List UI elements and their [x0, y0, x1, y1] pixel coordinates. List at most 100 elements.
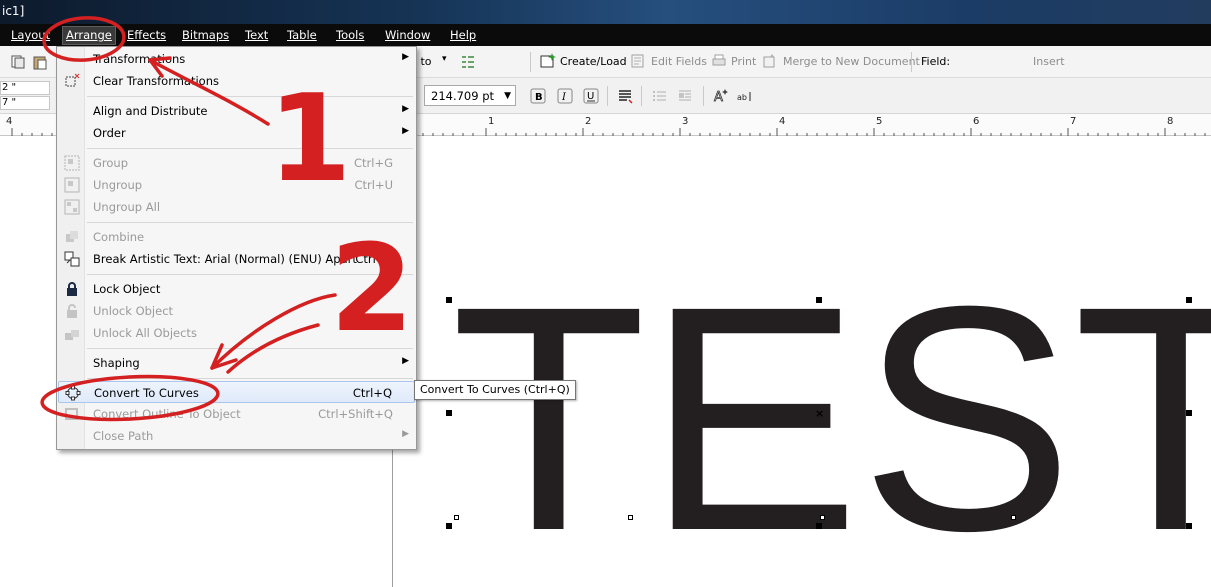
menu-layout[interactable]: Layout: [8, 27, 53, 44]
edit-fields-button[interactable]: Edit Fields: [651, 55, 707, 68]
menu-bar: Layout Arrange Effects Bitmaps Text Tabl…: [0, 24, 1211, 46]
toolbar-separator: [703, 86, 704, 106]
print-button[interactable]: Print: [731, 55, 756, 68]
merge-icon[interactable]: [763, 53, 779, 69]
menu-separator: [87, 148, 413, 149]
copy-icon[interactable]: [10, 54, 26, 70]
menu-item-ungroup[interactable]: Ungroup Ctrl+U: [58, 174, 415, 196]
menu-item-label: Lock Object: [93, 282, 161, 296]
rotation-center-icon[interactable]: ×: [815, 407, 824, 420]
menu-item-lock-object[interactable]: Lock Object: [58, 278, 415, 300]
snap-dropdown-arrow-icon[interactable]: ▾: [442, 54, 447, 64]
selection-handle[interactable]: [446, 410, 452, 416]
menu-text[interactable]: Text: [242, 27, 271, 44]
coord-y-field[interactable]: 7 ": [0, 96, 50, 110]
character-formatting-icon[interactable]: A: [713, 88, 729, 104]
selection-handle[interactable]: [1186, 297, 1192, 303]
paste-icon[interactable]: [32, 54, 48, 70]
clear-transformations-icon: [65, 73, 80, 87]
menu-item-unlock-all[interactable]: Unlock All Objects: [58, 322, 415, 344]
menu-item-transformations[interactable]: Transformations ▶: [58, 48, 415, 70]
font-size-field[interactable]: 214.709 pt ▼: [424, 85, 516, 106]
create-load-button[interactable]: Create/Load: [560, 55, 627, 68]
edit-text-icon[interactable]: ab: [737, 88, 753, 104]
menu-window[interactable]: Window: [382, 27, 433, 44]
convert-to-curves-tooltip: Convert To Curves (Ctrl+Q): [414, 380, 576, 400]
text-align-icon[interactable]: [617, 88, 633, 104]
menu-item-convert-outline[interactable]: Convert Outline To Object Ctrl+Shift+Q: [58, 403, 415, 425]
menu-item-unlock-object[interactable]: Unlock Object: [58, 300, 415, 322]
lock-icon: [67, 282, 77, 296]
menu-item-label: Shaping: [93, 356, 140, 370]
break-apart-icon: [64, 251, 80, 267]
menu-item-label: Convert Outline To Object: [93, 407, 241, 421]
svg-text:A: A: [714, 90, 723, 104]
underline-icon[interactable]: U: [583, 88, 599, 104]
menu-item-label: Align and Distribute: [93, 104, 208, 118]
menu-item-shortcut: Ctrl+K: [355, 252, 393, 266]
menu-item-shortcut: Ctrl+U: [354, 178, 393, 192]
menu-separator: [87, 222, 413, 223]
menu-item-label: Transformations: [93, 52, 186, 66]
menu-item-shortcut: Ctrl+Shift+Q: [318, 407, 393, 421]
selection-handle[interactable]: [446, 523, 452, 529]
bold-icon[interactable]: B: [530, 88, 546, 104]
menu-separator: [87, 348, 413, 349]
svg-text:I: I: [561, 92, 567, 103]
menu-item-shaping[interactable]: Shaping ▶: [58, 352, 415, 374]
options-list-icon[interactable]: [460, 54, 476, 70]
selection-handle[interactable]: [1186, 410, 1192, 416]
text-node-handle[interactable]: [628, 515, 633, 520]
submenu-arrow-icon: ▶: [402, 126, 409, 136]
menu-table[interactable]: Table: [284, 27, 320, 44]
menu-effects[interactable]: Effects: [124, 27, 169, 44]
ungroup-all-icon: [64, 199, 80, 215]
artistic-text-object[interactable]: TEST: [451, 258, 1211, 578]
menu-item-convert-to-curves[interactable]: Convert To Curves Ctrl+Q: [58, 381, 415, 403]
title-bar: ic1]: [0, 0, 1211, 24]
selection-handle[interactable]: [1186, 523, 1192, 529]
selection-handle[interactable]: [816, 297, 822, 303]
svg-text:B: B: [535, 92, 543, 103]
arrange-menu: Transformations ▶ Clear Transformations …: [56, 46, 417, 450]
coord-x-field[interactable]: 2 ": [0, 81, 50, 95]
italic-icon[interactable]: I: [557, 88, 573, 104]
menu-item-label: Ungroup All: [93, 200, 161, 214]
menu-item-group[interactable]: Group Ctrl+G: [58, 152, 415, 174]
print-icon[interactable]: [711, 53, 727, 69]
create-load-icon[interactable]: [540, 53, 556, 69]
unlock-icon: [67, 304, 77, 318]
convert-outline-icon: [65, 408, 78, 420]
menu-item-clear-transformations[interactable]: Clear Transformations: [58, 70, 415, 92]
menu-bitmaps[interactable]: Bitmaps: [179, 27, 232, 44]
menu-tools[interactable]: Tools: [333, 27, 367, 44]
selection-handle[interactable]: [446, 297, 452, 303]
ruler-label: 7: [1070, 116, 1077, 127]
menu-separator: [87, 274, 413, 275]
merge-to-new-document-button[interactable]: Merge to New Document: [783, 55, 920, 68]
menu-item-align-distribute[interactable]: Align and Distribute ▶: [58, 100, 415, 122]
toolbar-separator: [607, 86, 608, 106]
toolbar-separator: [641, 86, 642, 106]
ruler-label: 1: [488, 116, 495, 127]
bullet-list-icon[interactable]: [652, 88, 668, 104]
menu-arrange[interactable]: Arrange: [62, 26, 116, 45]
menu-item-ungroup-all[interactable]: Ungroup All: [58, 196, 415, 218]
menu-item-close-path[interactable]: Close Path ▶: [58, 425, 415, 447]
menu-item-label: Break Artistic Text: Arial (Normal) (ENU…: [93, 252, 357, 266]
window-title: ic1]: [2, 4, 25, 18]
combine-icon: [66, 231, 78, 242]
ungroup-icon: [64, 177, 80, 193]
menu-item-break-apart[interactable]: Break Artistic Text: Arial (Normal) (ENU…: [58, 248, 415, 270]
ruler-label: 3: [682, 116, 689, 127]
selection-handle[interactable]: [816, 523, 822, 529]
menu-item-order[interactable]: Order ▶: [58, 122, 415, 144]
text-node-handle[interactable]: [454, 515, 459, 520]
text-node-handle[interactable]: [1011, 515, 1016, 520]
text-node-handle[interactable]: [820, 515, 825, 520]
drop-cap-icon[interactable]: [677, 88, 693, 104]
menu-item-combine[interactable]: Combine: [58, 226, 415, 248]
menu-help[interactable]: Help: [447, 27, 479, 44]
insert-button[interactable]: Insert: [1033, 55, 1065, 68]
edit-fields-icon[interactable]: [631, 53, 647, 69]
